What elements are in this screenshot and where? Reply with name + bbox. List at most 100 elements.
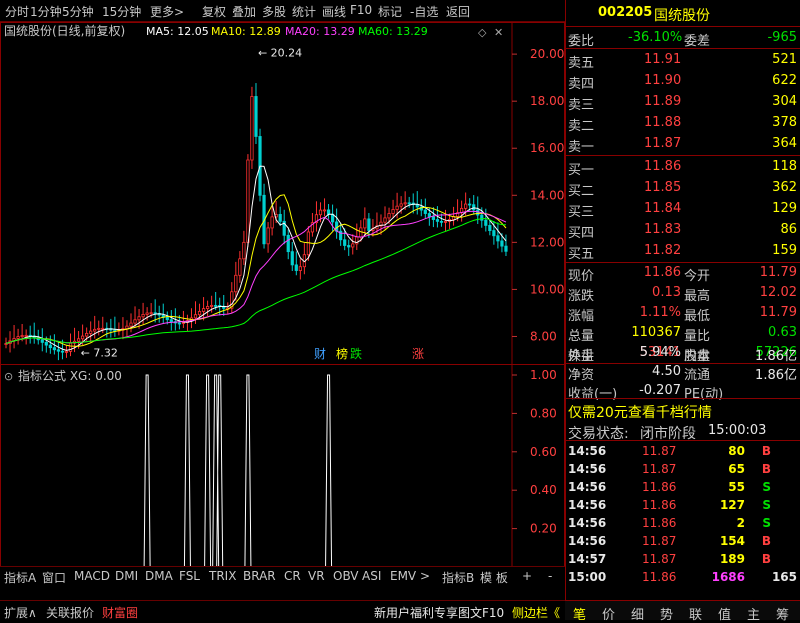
indicator-tab-15[interactable]: 模 板 bbox=[480, 569, 508, 586]
tick-price: 11.87 bbox=[642, 444, 677, 458]
sell-row[interactable]: 卖五 11.91 521 bbox=[566, 50, 800, 71]
event-tag[interactable]: 财 bbox=[314, 347, 326, 361]
close-icon[interactable]: ✕ bbox=[494, 26, 503, 39]
candle-body bbox=[81, 335, 85, 340]
indicator-tab-0[interactable]: 指标A bbox=[4, 569, 36, 586]
indicator-tab-4[interactable]: DMA bbox=[145, 569, 173, 583]
toolbar-item-7[interactable]: 多股 bbox=[262, 3, 286, 20]
candle-body bbox=[141, 314, 145, 318]
tick-direction: B bbox=[761, 534, 771, 548]
quote-tab-2[interactable]: 细 bbox=[631, 604, 644, 623]
indicator-tab-10[interactable]: OBV bbox=[333, 569, 359, 583]
toolbar-item-9[interactable]: 画线 bbox=[322, 3, 346, 20]
stat-label: 涨幅 bbox=[568, 309, 595, 324]
buy-row[interactable]: 买三 11.84 129 bbox=[566, 199, 800, 220]
buy-volume: 129 bbox=[772, 201, 797, 216]
bottom-tab-3[interactable]: 新用户福利专享 bbox=[374, 604, 458, 621]
toolbar-item-2[interactable]: 5分钟 bbox=[62, 3, 94, 20]
stat2-row: 净资 4.50 流通 1.86亿 bbox=[566, 362, 800, 383]
stat-label: 最低 bbox=[684, 309, 711, 324]
toolbar-item-4[interactable]: 更多> bbox=[150, 3, 184, 20]
indicator-tab-6[interactable]: TRIX bbox=[209, 569, 236, 583]
stat-label: 涨跌 bbox=[568, 289, 595, 304]
tick-time: 14:56 bbox=[568, 516, 607, 530]
top-toolbar: 分时 1分钟 5分钟 15分钟 更多> 复权 叠加 多股 统计 画线 F10 标记 -自选 返回 bbox=[0, 0, 565, 22]
weibi-value: -36.10% bbox=[628, 30, 683, 45]
toolbar-item-6[interactable]: 叠加 bbox=[232, 3, 256, 20]
weibi-label: 委比 bbox=[568, 34, 595, 49]
toolbar-item-5[interactable]: 复权 bbox=[202, 3, 226, 20]
indicator-tab-17[interactable]: - bbox=[548, 569, 552, 583]
indicator-tab-14[interactable]: 指标B bbox=[442, 569, 474, 586]
bottom-tab-0[interactable]: 扩展∧ bbox=[4, 604, 37, 621]
toolbar-item-13[interactable]: 返回 bbox=[446, 3, 470, 20]
indicator-tab-8[interactable]: CR bbox=[284, 569, 301, 583]
sell-row[interactable]: 卖二 11.88 378 bbox=[566, 113, 800, 134]
toolbar-item-0[interactable]: 分时 bbox=[5, 3, 29, 20]
stat2-row: 换手 5.94% 股本 1.86亿 bbox=[566, 343, 800, 364]
promo-banner[interactable]: 仅需20元查看千档行情 bbox=[566, 400, 800, 422]
toolbar-item-10[interactable]: F10 bbox=[350, 3, 372, 17]
tick-volume: 127 bbox=[719, 498, 745, 512]
bottom-tab-5[interactable]: 侧边栏《 bbox=[512, 604, 560, 621]
tick-price: 11.87 bbox=[642, 462, 677, 476]
quote-tab-5[interactable]: 值 bbox=[718, 604, 731, 623]
chart-panel: 国统股份(日线,前复权) MA5: 12.05 MA10: 12.89 MA20: 1… bbox=[0, 22, 565, 597]
sell-row[interactable]: 卖三 11.89 304 bbox=[566, 92, 800, 113]
toolbar-item-12[interactable]: -自选 bbox=[410, 3, 438, 20]
candle-body bbox=[250, 96, 254, 161]
tick-row: 14:57 11.87 189 B bbox=[566, 550, 800, 568]
toolbar-item-8[interactable]: 统计 bbox=[292, 3, 316, 20]
sell-row[interactable]: 卖四 11.90 622 bbox=[566, 71, 800, 92]
indicator-tab-7[interactable]: BRAR bbox=[243, 569, 276, 583]
quote-tab-3[interactable]: 势 bbox=[660, 604, 673, 623]
buy-row[interactable]: 买二 11.85 362 bbox=[566, 178, 800, 199]
kline-chart[interactable]: 国统股份(日线,前复权) MA5: 12.05 MA10: 12.89 MA20: 1… bbox=[0, 22, 565, 597]
quote-tab-0[interactable]: 笔 bbox=[573, 604, 586, 623]
indicator-tab-9[interactable]: VR bbox=[308, 569, 325, 583]
candle-body bbox=[85, 332, 89, 337]
stat-label: 最高 bbox=[684, 289, 711, 304]
indicator-tab-16[interactable]: + bbox=[522, 569, 532, 583]
candle-body bbox=[286, 234, 290, 253]
sell-volume: 622 bbox=[772, 73, 797, 88]
candle-body bbox=[137, 316, 141, 321]
buy-row[interactable]: 买一 11.86 118 bbox=[566, 157, 800, 178]
stat-value: 0.63 bbox=[768, 325, 797, 340]
tick-volume: 189 bbox=[719, 552, 745, 566]
quote-tab-1[interactable]: 价 bbox=[602, 604, 615, 623]
indicator-tab-12[interactable]: EMV bbox=[390, 569, 416, 583]
indicator-tab-1[interactable]: 窗口 bbox=[42, 569, 66, 586]
indicator-tab-13[interactable]: > bbox=[420, 569, 430, 583]
buy-row[interactable]: 买四 11.83 86 bbox=[566, 220, 800, 241]
event-tag[interactable]: 涨 bbox=[412, 346, 424, 361]
diamond-icon[interactable]: ◇ bbox=[478, 26, 487, 39]
stat-value: 1.11% bbox=[639, 305, 681, 320]
toolbar-item-1[interactable]: 1分钟 bbox=[30, 3, 62, 20]
quote-header: 002205 国统股份 bbox=[566, 3, 800, 25]
indicator-tab-11[interactable]: ASI bbox=[362, 569, 381, 583]
indicator-tabs: 指标A 窗口 MACD DMI DMA FSL TRIX BRAR CR VR OBV ASI EMV >… bbox=[0, 566, 565, 586]
sell-row[interactable]: 卖一 11.87 364 bbox=[566, 134, 800, 155]
quote-tab-7[interactable]: 筹 bbox=[776, 604, 789, 623]
ytick-label: 12.00 bbox=[530, 235, 564, 249]
bottom-tab-2[interactable]: 财富圈 bbox=[102, 604, 138, 621]
indicator-tab-5[interactable]: FSL bbox=[179, 569, 200, 583]
toolbar-item-3[interactable]: 15分钟 bbox=[102, 3, 141, 20]
indicator-toggle-icon[interactable]: ⊙ bbox=[4, 370, 13, 383]
ind-ytick-label: 0.40 bbox=[530, 483, 557, 497]
promo-text[interactable]: 仅需20元查看千档行情 bbox=[568, 402, 712, 422]
toolbar-item-11[interactable]: 标记 bbox=[378, 3, 402, 20]
sell-volume: 378 bbox=[772, 115, 797, 130]
quote-tab-6[interactable]: 主 bbox=[747, 604, 760, 623]
sell-label: 卖五 bbox=[568, 56, 595, 71]
event-tag[interactable]: 跌 bbox=[350, 346, 362, 361]
bottom-tab-1[interactable]: 关联报价 bbox=[46, 604, 94, 621]
bottom-tab-4[interactable]: 图文F10 bbox=[458, 604, 504, 621]
indicator-tab-3[interactable]: DMI bbox=[115, 569, 138, 583]
event-tag[interactable]: 榜 bbox=[336, 346, 348, 361]
buy-row[interactable]: 买五 11.82 159 bbox=[566, 241, 800, 262]
candle-body bbox=[254, 96, 258, 137]
quote-tab-4[interactable]: 联 bbox=[689, 604, 702, 623]
indicator-tab-2[interactable]: MACD bbox=[74, 569, 110, 583]
